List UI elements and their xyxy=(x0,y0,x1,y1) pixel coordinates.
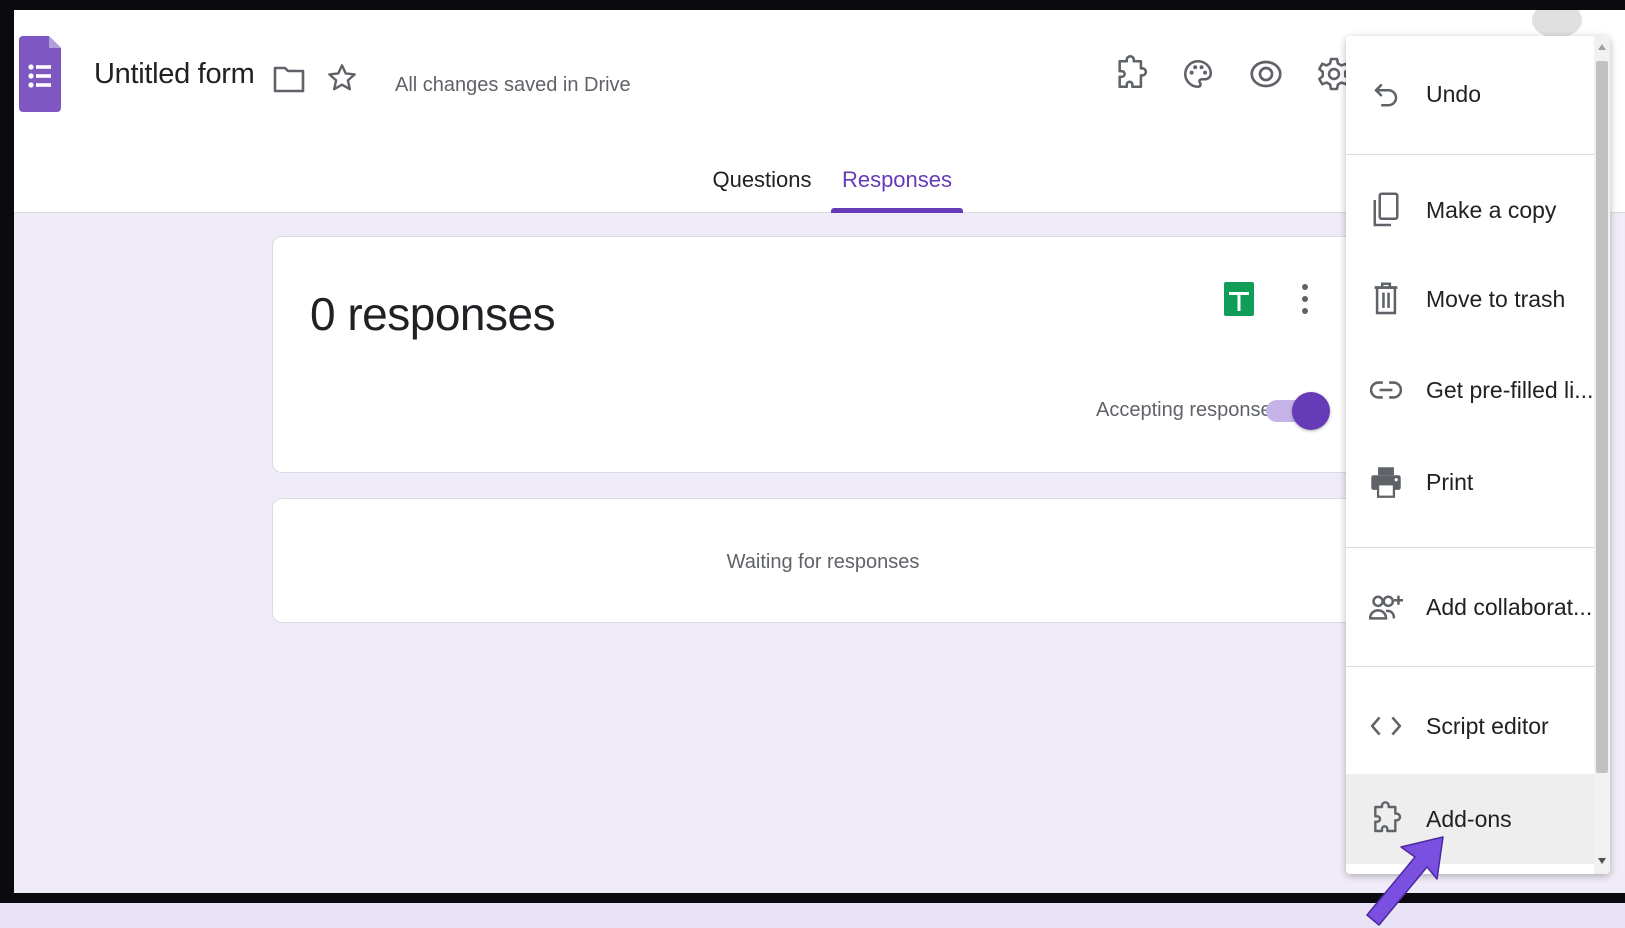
add-collaborator-icon xyxy=(1368,589,1404,625)
tab-questions[interactable]: Questions xyxy=(707,160,817,213)
responses-count: 0 responses xyxy=(310,288,556,340)
tab-responses[interactable]: Responses xyxy=(831,160,963,213)
addon-icon xyxy=(1368,801,1404,837)
accepting-responses-toggle[interactable] xyxy=(1266,392,1330,430)
save-status: All changes saved in Drive xyxy=(395,74,631,96)
code-icon xyxy=(1368,708,1404,744)
addon-icon[interactable] xyxy=(1109,52,1153,96)
menu-item-label: Make a copy xyxy=(1426,196,1557,223)
menu-item-script-editor[interactable]: Script editor xyxy=(1346,667,1594,785)
more-options-icon[interactable] xyxy=(1295,279,1315,319)
menu-item-label: Get pre-filled li... xyxy=(1426,376,1594,403)
form-title[interactable]: Untitled form xyxy=(94,58,255,91)
more-menu: Undo Make a copy Move to trash Get pre-f… xyxy=(1346,36,1610,874)
undo-icon xyxy=(1368,76,1404,112)
menu-item-add-collaborators[interactable]: Add collaborat... xyxy=(1346,548,1594,666)
menu-item-label: Move to trash xyxy=(1426,285,1566,312)
folder-icon[interactable] xyxy=(272,62,306,96)
menu-scrollbar-thumb[interactable] xyxy=(1596,61,1608,773)
menu-item-label: Add collaborat... xyxy=(1426,593,1593,620)
sheets-icon[interactable] xyxy=(1224,282,1254,316)
menu-item-get-pre-filled-link[interactable]: Get pre-filled li... xyxy=(1346,344,1594,436)
scroll-down-arrow-icon[interactable] xyxy=(1594,852,1610,870)
menu-item-label: Add-ons xyxy=(1426,805,1512,832)
scroll-up-arrow-icon[interactable] xyxy=(1594,38,1610,56)
responses-summary-card: 0 responses Accepting responses xyxy=(272,236,1372,473)
menu-item-label: Script editor xyxy=(1426,712,1549,739)
toggle-thumb xyxy=(1292,392,1330,430)
palette-icon[interactable] xyxy=(1176,52,1220,96)
menu-item-label: Undo xyxy=(1426,80,1481,107)
waiting-card: Waiting for responses xyxy=(272,498,1372,623)
forms-app: Untitled form All changes saved in Drive… xyxy=(14,10,1625,893)
copy-icon xyxy=(1368,192,1404,228)
forms-logo-icon[interactable] xyxy=(19,36,61,112)
menu-item-make-a-copy[interactable]: Make a copy xyxy=(1346,166,1594,254)
waiting-text: Waiting for responses xyxy=(726,551,920,573)
trash-icon xyxy=(1368,281,1404,317)
annotation-arrow-icon xyxy=(1365,835,1445,928)
menu-item-label: Print xyxy=(1426,468,1474,495)
menu-item-print[interactable]: Print xyxy=(1346,436,1594,528)
menu-item-undo[interactable]: Undo xyxy=(1346,36,1594,152)
accepting-responses-label: Accepting responses xyxy=(1096,399,1282,421)
preview-eye-icon[interactable] xyxy=(1244,52,1288,96)
menu-divider xyxy=(1346,154,1594,155)
menu-item-move-to-trash[interactable]: Move to trash xyxy=(1346,254,1594,344)
link-icon xyxy=(1368,372,1404,408)
star-icon[interactable] xyxy=(324,60,360,96)
print-icon xyxy=(1368,464,1404,500)
